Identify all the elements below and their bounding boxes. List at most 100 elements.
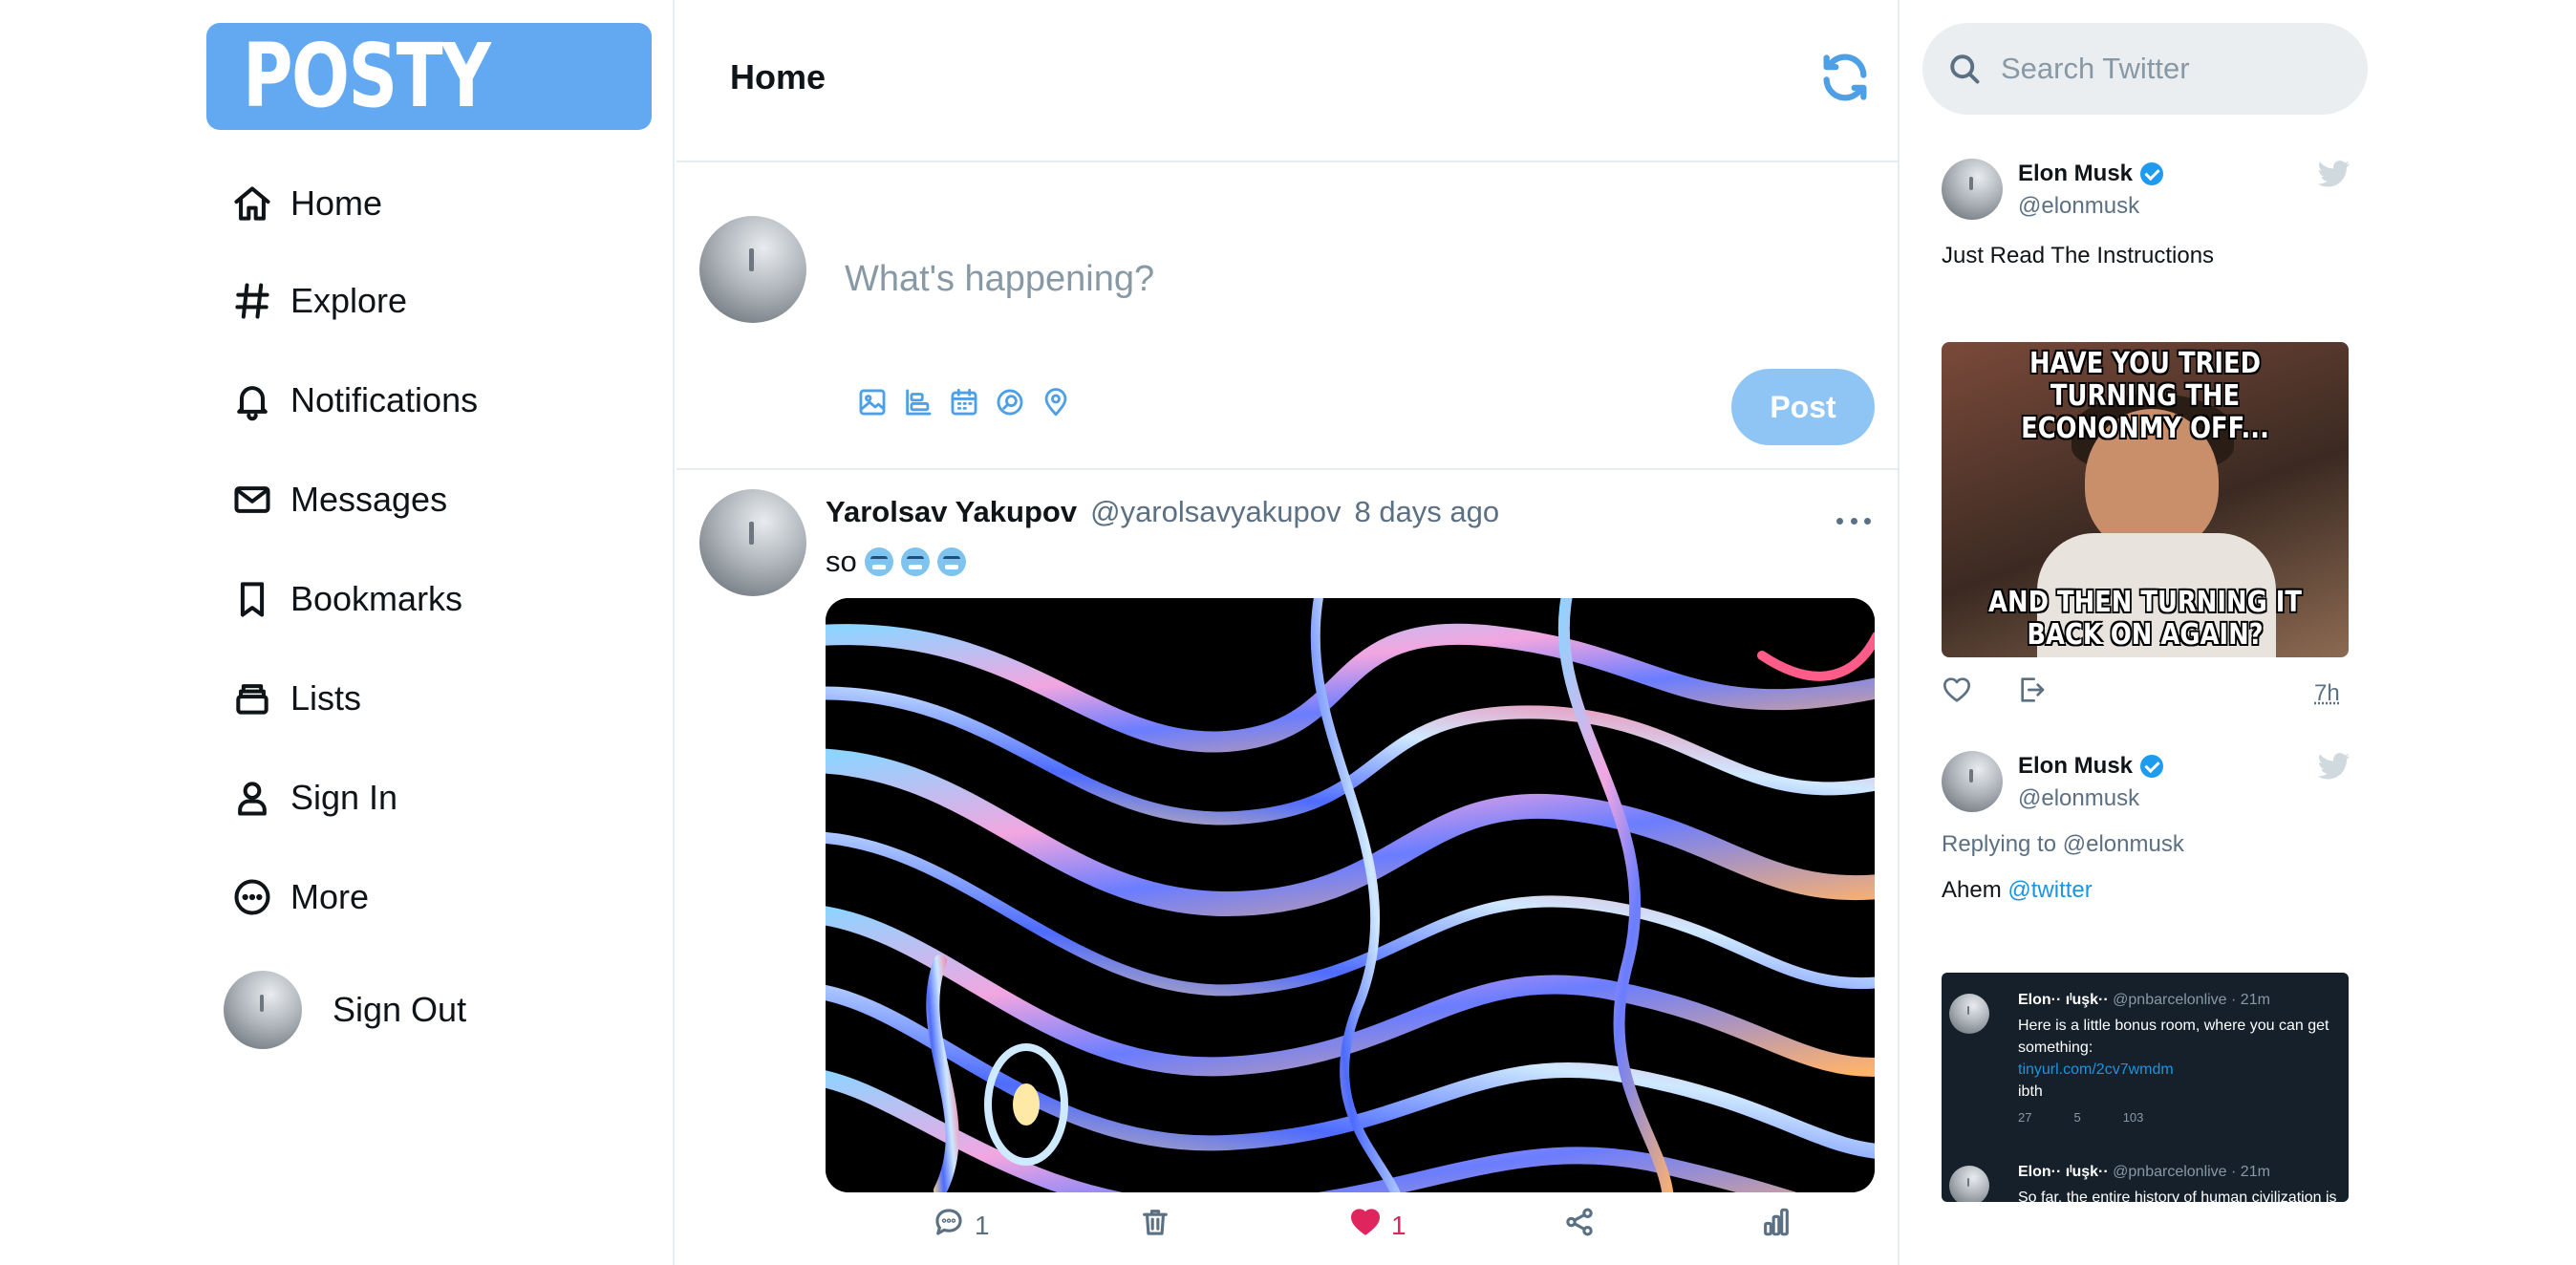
embed-author-name: Elon Musk: [2018, 161, 2134, 186]
embed-author-handle[interactable]: @elonmusk: [2018, 785, 2139, 812]
twitter-bird-icon[interactable]: [2317, 753, 2351, 780]
verified-badge-icon: [2140, 162, 2164, 185]
embed-actions: 7h: [1942, 675, 2349, 713]
embedded-tweet[interactable]: Elon Musk @elonmusk Just Read The Instru…: [1942, 159, 2351, 713]
bar-chart-icon: [1760, 1206, 1792, 1245]
image-icon[interactable]: [856, 386, 889, 418]
quoted-retweet-count: 5: [2073, 1110, 2081, 1125]
tweet-composer: Post: [676, 164, 1900, 470]
tweet-actions: 1 1: [676, 1198, 1900, 1255]
nav-label: More: [290, 877, 370, 916]
avatar: [699, 216, 806, 323]
main-header: Home: [676, 0, 1900, 162]
quoted-screenshot[interactable]: Elon·· ıˡuşk·· @pnbarcelonlive · 21m Her…: [1942, 973, 2349, 1202]
quoted-author-handle: @pnbarcelonlive · 21m: [2113, 992, 2270, 1008]
quoted-author-name: Elon·· ıˡuşk··: [2018, 992, 2109, 1008]
analytics-button[interactable]: [1750, 1206, 1792, 1245]
embed-tweet-text: Just Read The Instructions: [1942, 243, 2215, 268]
nav-label: Explore: [290, 281, 408, 320]
embed-timestamp[interactable]: 7h: [2314, 680, 2340, 707]
nav-item-home[interactable]: Home: [229, 170, 382, 237]
quoted-tweet-body: Here is a little bonus room, where you c…: [2018, 1015, 2343, 1103]
quoted-author-handle: @pnbarcelonlive · 21m: [2113, 1164, 2270, 1180]
calendar-icon[interactable]: [948, 386, 980, 418]
gif-icon[interactable]: [902, 386, 934, 418]
nav-item-more[interactable]: More: [229, 864, 369, 931]
like-button[interactable]: 1: [1340, 1206, 1406, 1245]
more-circle-icon: [229, 874, 275, 920]
delete-button[interactable]: [1129, 1206, 1171, 1245]
quoted-tweet: Elon·· ıˡuşk·· @pnbarcelonlive · 21m Her…: [1942, 973, 2349, 1135]
main-column: Home Post Yarolsav Yakupov @yarolsavyaku…: [676, 0, 1900, 1265]
search-bar[interactable]: [1922, 23, 2368, 115]
location-icon[interactable]: [1040, 386, 1072, 418]
reply-button[interactable]: 1: [923, 1206, 990, 1245]
left-sidebar: POSTY Home Explore Notifications Message…: [0, 0, 675, 1265]
quoted-tweet-header: Elon·· ıˡuşk·· @pnbarcelonlive · 21m: [2018, 1164, 2270, 1181]
embed-tweet-text-content: Ahem: [1942, 877, 2002, 903]
nav-label: Sign In: [290, 778, 398, 817]
like-count: 1: [1391, 1210, 1406, 1240]
sign-out-button[interactable]: Sign Out: [224, 971, 466, 1049]
nav-label: Bookmarks: [290, 579, 463, 618]
twitter-bird-icon[interactable]: [2317, 161, 2351, 187]
share-button[interactable]: [1554, 1206, 1596, 1245]
quoted-tweet: Elon·· ıˡuşk·· @pnbarcelonlive · 21m So …: [1942, 1145, 2349, 1202]
quoted-tweet-link: tinyurl.com/2cv7wmdm: [2018, 1061, 2174, 1078]
composer-tools: [856, 386, 1072, 418]
tweet-timestamp[interactable]: 8 days ago: [1354, 495, 1499, 529]
avatar: [1949, 994, 1989, 1034]
avatar[interactable]: [1942, 751, 2003, 812]
nav-item-sign-in[interactable]: Sign In: [229, 764, 397, 831]
quoted-tweet-stats: 27 5 103: [2018, 1110, 2143, 1125]
embed-share-icon[interactable]: [2016, 675, 2047, 710]
cold-face-emoji-icon: [936, 547, 966, 576]
quoted-tweet-text: So far, the entire history of human civi…: [2018, 1190, 2337, 1202]
cold-face-emoji-icon: [900, 547, 930, 576]
meme-top-caption: HAVE YOU TRIED TURNING THE ECONONMY OFF.…: [2021, 347, 2269, 445]
post-button[interactable]: Post: [1731, 369, 1875, 445]
tweet-image[interactable]: [826, 598, 1875, 1192]
nav-item-notifications[interactable]: Notifications: [229, 367, 478, 434]
refresh-icon[interactable]: [1817, 50, 1873, 105]
compose-input[interactable]: [845, 250, 1857, 308]
tweet-author-name[interactable]: Yarolsav Yakupov: [826, 495, 1077, 529]
app-logo[interactable]: POSTY: [206, 23, 652, 130]
nav-item-explore[interactable]: Explore: [229, 268, 407, 334]
embed-author[interactable]: Elon Musk: [2018, 753, 2164, 780]
embed-author[interactable]: Elon Musk: [2018, 161, 2164, 187]
nav-label: Home: [290, 183, 383, 223]
avatar: [1949, 1166, 1989, 1202]
verified-badge-icon: [2140, 755, 2164, 778]
nav-item-bookmarks[interactable]: Bookmarks: [229, 566, 462, 632]
mail-icon: [229, 477, 275, 523]
search-tool-icon[interactable]: [994, 386, 1026, 418]
nav-item-messages[interactable]: Messages: [229, 466, 447, 533]
avatar[interactable]: [1942, 159, 2003, 220]
avatar[interactable]: [699, 489, 806, 596]
trash-icon: [1139, 1206, 1171, 1245]
meme-image[interactable]: HAVE YOU TRIED TURNING THE ECONONMY OFF.…: [1942, 342, 2349, 657]
nav-label: Notifications: [290, 380, 479, 419]
quoted-tweet-tail: ibth: [2018, 1083, 2043, 1100]
quoted-tweet-text: Here is a little bonus room, where you c…: [2018, 1018, 2329, 1056]
home-icon: [229, 181, 275, 226]
mention-link[interactable]: @twitter: [2007, 877, 2092, 903]
tweet[interactable]: Yarolsav Yakupov @yarolsavyakupov 8 days…: [676, 472, 1900, 1265]
hash-icon: [229, 278, 275, 324]
replying-to[interactable]: Replying to @elonmusk: [1942, 831, 2184, 858]
bell-icon: [229, 377, 275, 423]
nav-item-lists[interactable]: Lists: [229, 665, 361, 732]
more-options-icon[interactable]: [1836, 514, 1871, 527]
quoted-reply-count: 27: [2018, 1110, 2032, 1125]
quoted-tweet-header: Elon·· ıˡuşk·· @pnbarcelonlive · 21m: [2018, 992, 2270, 1009]
search-input[interactable]: [2001, 42, 2345, 96]
logo-text: POSTY: [243, 25, 491, 127]
lists-icon: [229, 675, 275, 721]
embedded-tweet[interactable]: Elon Musk @elonmusk Replying to @elonmus…: [1942, 751, 2351, 1265]
embed-author-name: Elon Musk: [2018, 753, 2134, 779]
embed-like-icon[interactable]: [1942, 675, 1972, 710]
embed-author-handle[interactable]: @elonmusk: [2018, 193, 2139, 220]
tweet-author-handle[interactable]: @yarolsavyakupov: [1090, 495, 1341, 529]
avatar: [224, 971, 302, 1049]
